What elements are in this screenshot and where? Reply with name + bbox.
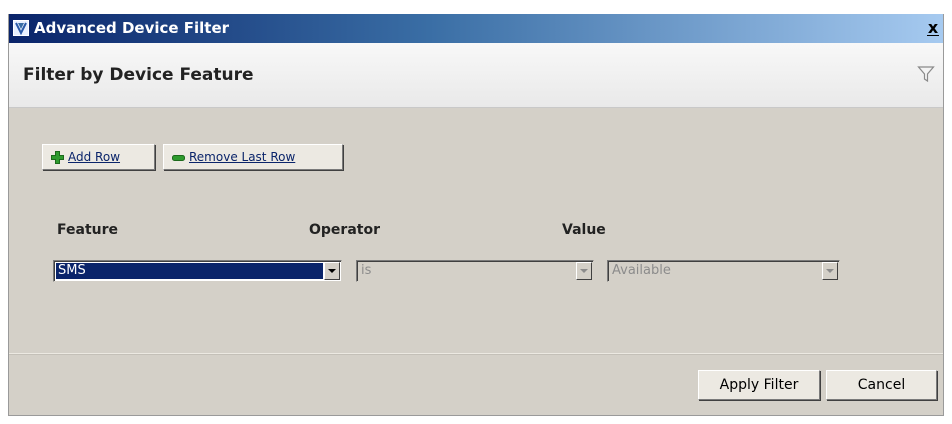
operator-select-value: is [361, 263, 372, 278]
window-title: Advanced Device Filter [34, 19, 230, 37]
footer-divider [9, 353, 943, 355]
add-row-button[interactable]: Add Row [42, 144, 155, 170]
feature-select[interactable]: SMS [53, 260, 342, 282]
value-select-value: Available [612, 263, 671, 278]
remove-last-row-label: Remove Last Row [189, 150, 296, 164]
remove-last-row-button[interactable]: Remove Last Row [163, 144, 343, 170]
add-row-label: Add Row [68, 150, 121, 164]
chevron-down-icon [822, 262, 838, 280]
app-icon [13, 20, 29, 36]
minus-icon [172, 155, 185, 161]
operator-column-header: Operator [309, 222, 380, 238]
operator-select: is [356, 260, 594, 282]
chevron-down-icon [576, 262, 592, 280]
advanced-device-filter-dialog: Advanced Device Filter x Filter by Devic… [8, 14, 944, 416]
title-bar[interactable]: Advanced Device Filter x [9, 14, 943, 43]
plus-icon [51, 151, 64, 164]
dialog-header: Filter by Device Feature [9, 43, 943, 108]
feature-select-value: SMS [56, 263, 323, 279]
apply-filter-button[interactable]: Apply Filter [698, 370, 820, 400]
close-button[interactable]: x [923, 18, 943, 38]
page-title: Filter by Device Feature [23, 65, 254, 85]
value-select: Available [607, 260, 840, 282]
cancel-button[interactable]: Cancel [826, 370, 937, 400]
funnel-icon [917, 66, 935, 83]
chevron-down-icon[interactable] [324, 262, 340, 280]
feature-column-header: Feature [57, 222, 118, 238]
value-column-header: Value [562, 222, 606, 238]
